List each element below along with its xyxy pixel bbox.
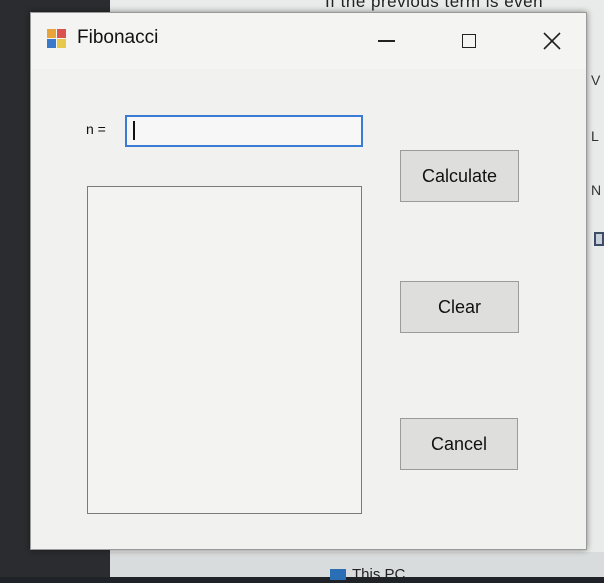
this-pc-label: This PC — [352, 566, 406, 583]
app-icon — [47, 29, 67, 49]
maximize-button[interactable] — [446, 21, 492, 61]
output-textbox[interactable] — [87, 186, 362, 514]
n-input[interactable] — [125, 115, 363, 147]
window-title: Fibonacci — [77, 27, 159, 48]
text-caret — [133, 121, 135, 140]
background-fragment-n: N — [591, 182, 602, 198]
maximize-icon — [462, 34, 476, 48]
close-icon — [543, 32, 561, 50]
minimize-button[interactable] — [363, 21, 409, 61]
background-fragment-v: V — [591, 72, 601, 88]
close-button[interactable] — [529, 21, 575, 61]
background-fragment-l: L — [591, 128, 599, 144]
background-document-text: If the previous term is even — [325, 0, 544, 11]
computer-icon — [330, 569, 346, 580]
n-label: n = — [86, 121, 106, 137]
fibonacci-window: Fibonacci n = Calculate Clear Cancel — [30, 12, 587, 550]
minimize-icon — [377, 40, 395, 42]
this-pc-item[interactable]: This PC — [330, 566, 405, 583]
title-bar[interactable]: Fibonacci — [31, 13, 586, 69]
cancel-button[interactable]: Cancel — [400, 418, 518, 470]
background-checkbox — [594, 232, 604, 246]
calculate-button[interactable]: Calculate — [400, 150, 519, 202]
clear-button[interactable]: Clear — [400, 281, 519, 333]
